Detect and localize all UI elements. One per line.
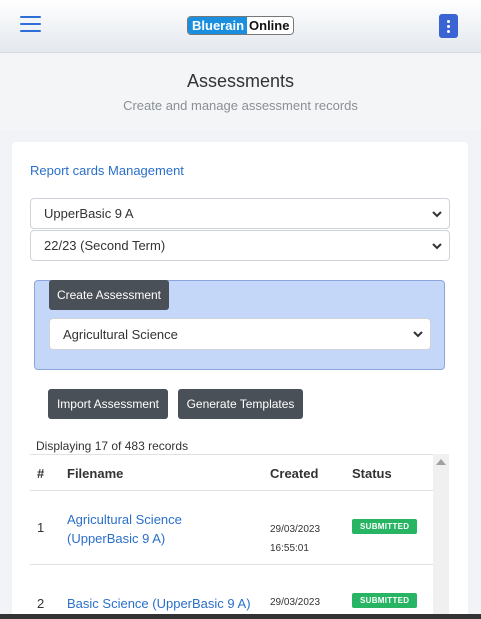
row-number: 1 <box>37 520 45 535</box>
bottom-edge <box>0 614 481 619</box>
row-date: 29/03/2023 <box>270 524 321 535</box>
main-card: Report cards Management UpperBasic 9 A 2… <box>12 142 468 619</box>
top-navbar: Bluerain Online <box>0 0 481 53</box>
header-filename[interactable]: Filename <box>67 466 123 481</box>
page-subtitle: Create and manage assessment records <box>123 98 358 113</box>
breadcrumb-link[interactable]: Report cards Management <box>30 163 184 178</box>
header-created[interactable]: Created <box>270 466 318 481</box>
table-row: 2 Basic Science (UpperBasic 9 A) 29/03/2… <box>30 564 433 619</box>
row-filename-link[interactable]: Agricultural Science (UpperBasic 9 A) <box>67 510 257 548</box>
page-header: Assessments Create and manage assessment… <box>0 54 481 130</box>
table-scrollbar[interactable] <box>433 454 449 619</box>
kebab-menu-icon[interactable] <box>439 14 458 38</box>
row-time: 16:55:01 <box>270 543 309 554</box>
header-num: # <box>37 466 45 481</box>
page-title: Assessments <box>186 71 295 91</box>
record-count: Displaying 17 of 483 records <box>36 439 189 453</box>
chevron-down-icon <box>413 331 423 338</box>
status-badge: SUBMITTED <box>352 519 418 534</box>
term-select-value: 22/23 (Second Term) <box>44 238 166 253</box>
subject-select-value: Agricultural Science <box>63 326 178 342</box>
class-select-value: UpperBasic 9 A <box>44 206 134 221</box>
term-select[interactable]: 22/23 (Second Term) <box>30 230 450 261</box>
row-date: 29/03/2023 <box>270 597 321 608</box>
status-badge: SUBMITTED <box>352 593 418 608</box>
chevron-down-icon <box>432 211 442 218</box>
logo-part-white: Online <box>247 17 294 34</box>
table-row: 1 Agricultural Science (UpperBasic 9 A) … <box>30 490 433 564</box>
row-filename-link[interactable]: Basic Science (UpperBasic 9 A) <box>67 594 257 613</box>
class-select[interactable]: UpperBasic 9 A <box>30 198 450 229</box>
scroll-up-arrow-icon[interactable] <box>436 459 446 465</box>
hamburger-menu-icon[interactable] <box>20 16 41 33</box>
generate-templates-button[interactable]: Generate Templates <box>178 389 303 419</box>
table-header-row: # Filename Created Status <box>30 454 433 490</box>
logo-part-blue: Bluerain <box>188 17 248 34</box>
chevron-down-icon <box>432 243 442 250</box>
row-number: 2 <box>37 596 45 611</box>
create-assessment-button[interactable]: Create Assessment <box>49 280 169 310</box>
create-assessment-panel: Create Assessment Agricultural Science <box>34 280 445 370</box>
subject-select[interactable]: Agricultural Science <box>49 318 431 350</box>
header-status[interactable]: Status <box>352 466 392 481</box>
import-assessment-button[interactable]: Import Assessment <box>48 389 168 419</box>
brand-logo[interactable]: Bluerain Online <box>187 16 295 35</box>
